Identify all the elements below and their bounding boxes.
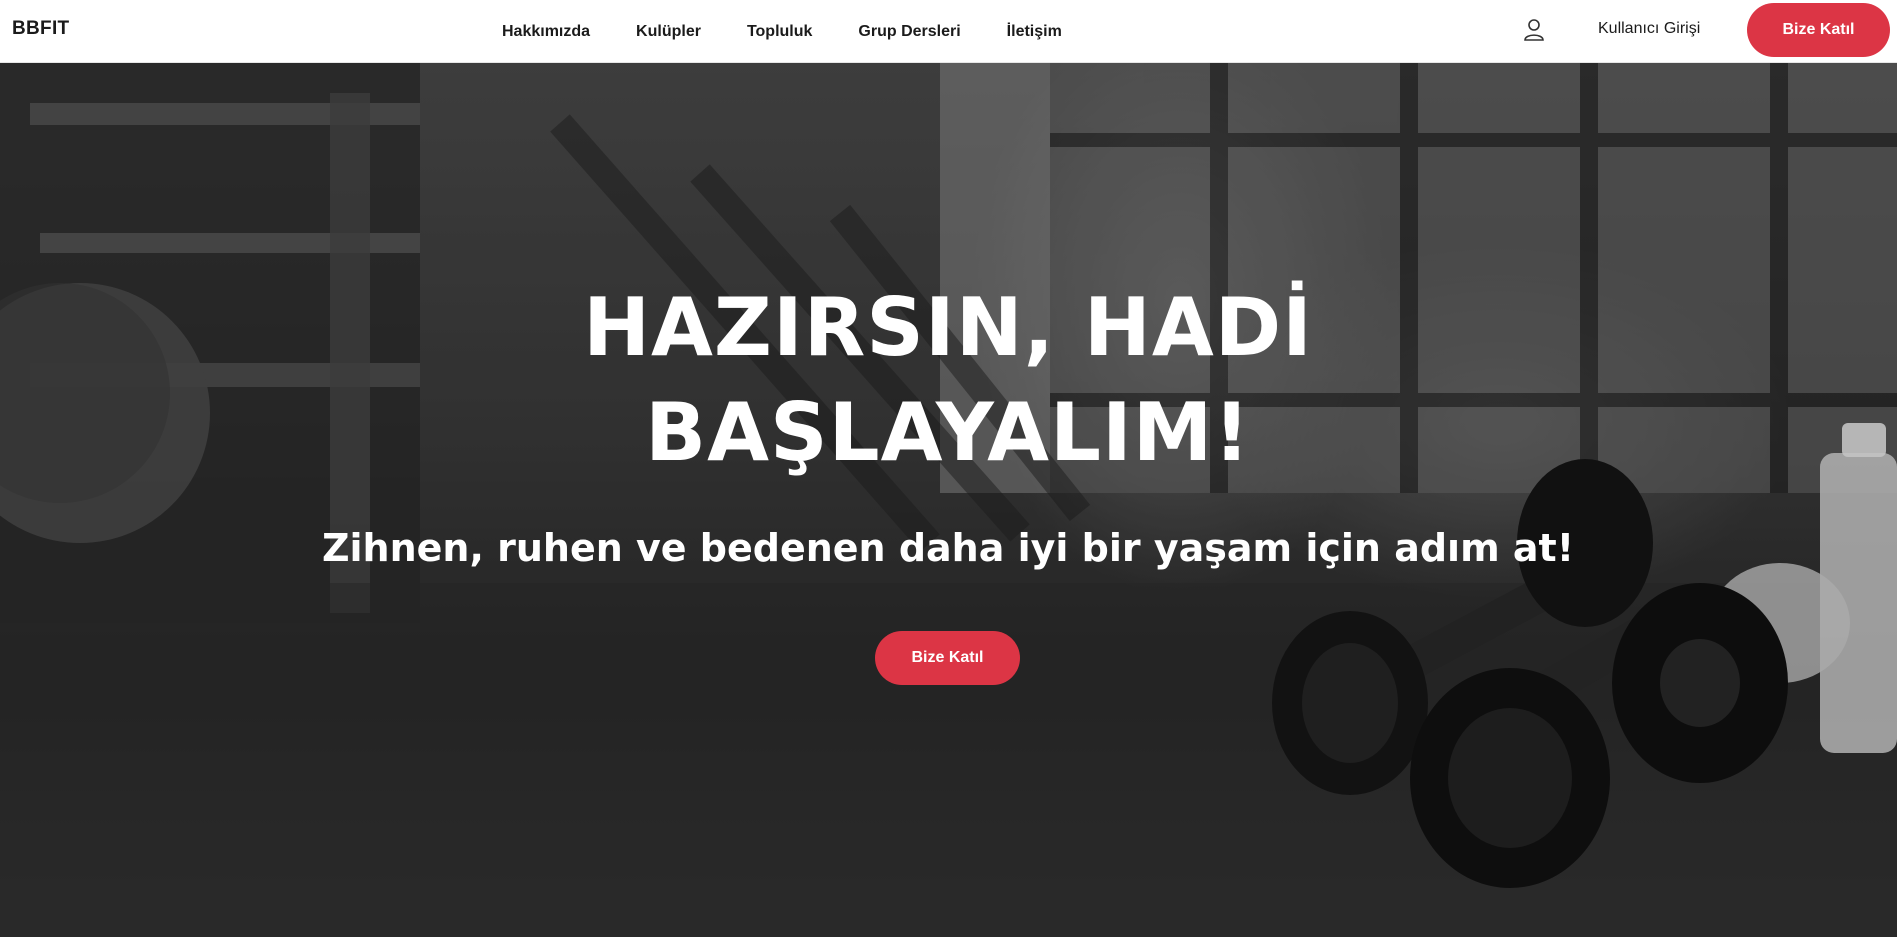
brand-logo[interactable]: BBFIT [12, 18, 69, 40]
hero-title-line-1: HAZIRSIN, HADİ [583, 281, 1313, 374]
user-icon[interactable] [1523, 18, 1545, 42]
hero-title: HAZIRSIN, HADİ BAŞLAYALIM! [548, 275, 1348, 485]
join-button-nav[interactable]: Bize Katıl [1747, 3, 1890, 57]
nav-link-hakkimizda[interactable]: Hakkımızda [502, 23, 590, 41]
nav-link-kulupler[interactable]: Kulüpler [636, 23, 701, 41]
nav-link-grup-dersleri[interactable]: Grup Dersleri [858, 23, 960, 41]
nav-link-iletisim[interactable]: İletişim [1007, 23, 1062, 41]
hero-dark-overlay [0, 63, 1897, 937]
nav-link-topluluk[interactable]: Topluluk [747, 23, 812, 41]
login-link[interactable]: Kullanıcı Girişi [1598, 20, 1700, 38]
hero-subtitle: Zihnen, ruhen ve bedenen daha iyi bir ya… [321, 526, 1575, 570]
join-button-hero[interactable]: Bize Katıl [875, 631, 1020, 685]
top-navbar: BBFIT Hakkımızda Kulüpler Topluluk Grup … [0, 0, 1897, 63]
hero-section: HAZIRSIN, HADİ BAŞLAYALIM! Zihnen, ruhen… [0, 63, 1897, 937]
main-nav: Hakkımızda Kulüpler Topluluk Grup Dersle… [502, 0, 1108, 63]
hero-title-line-2: BAŞLAYALIM! [645, 386, 1251, 479]
